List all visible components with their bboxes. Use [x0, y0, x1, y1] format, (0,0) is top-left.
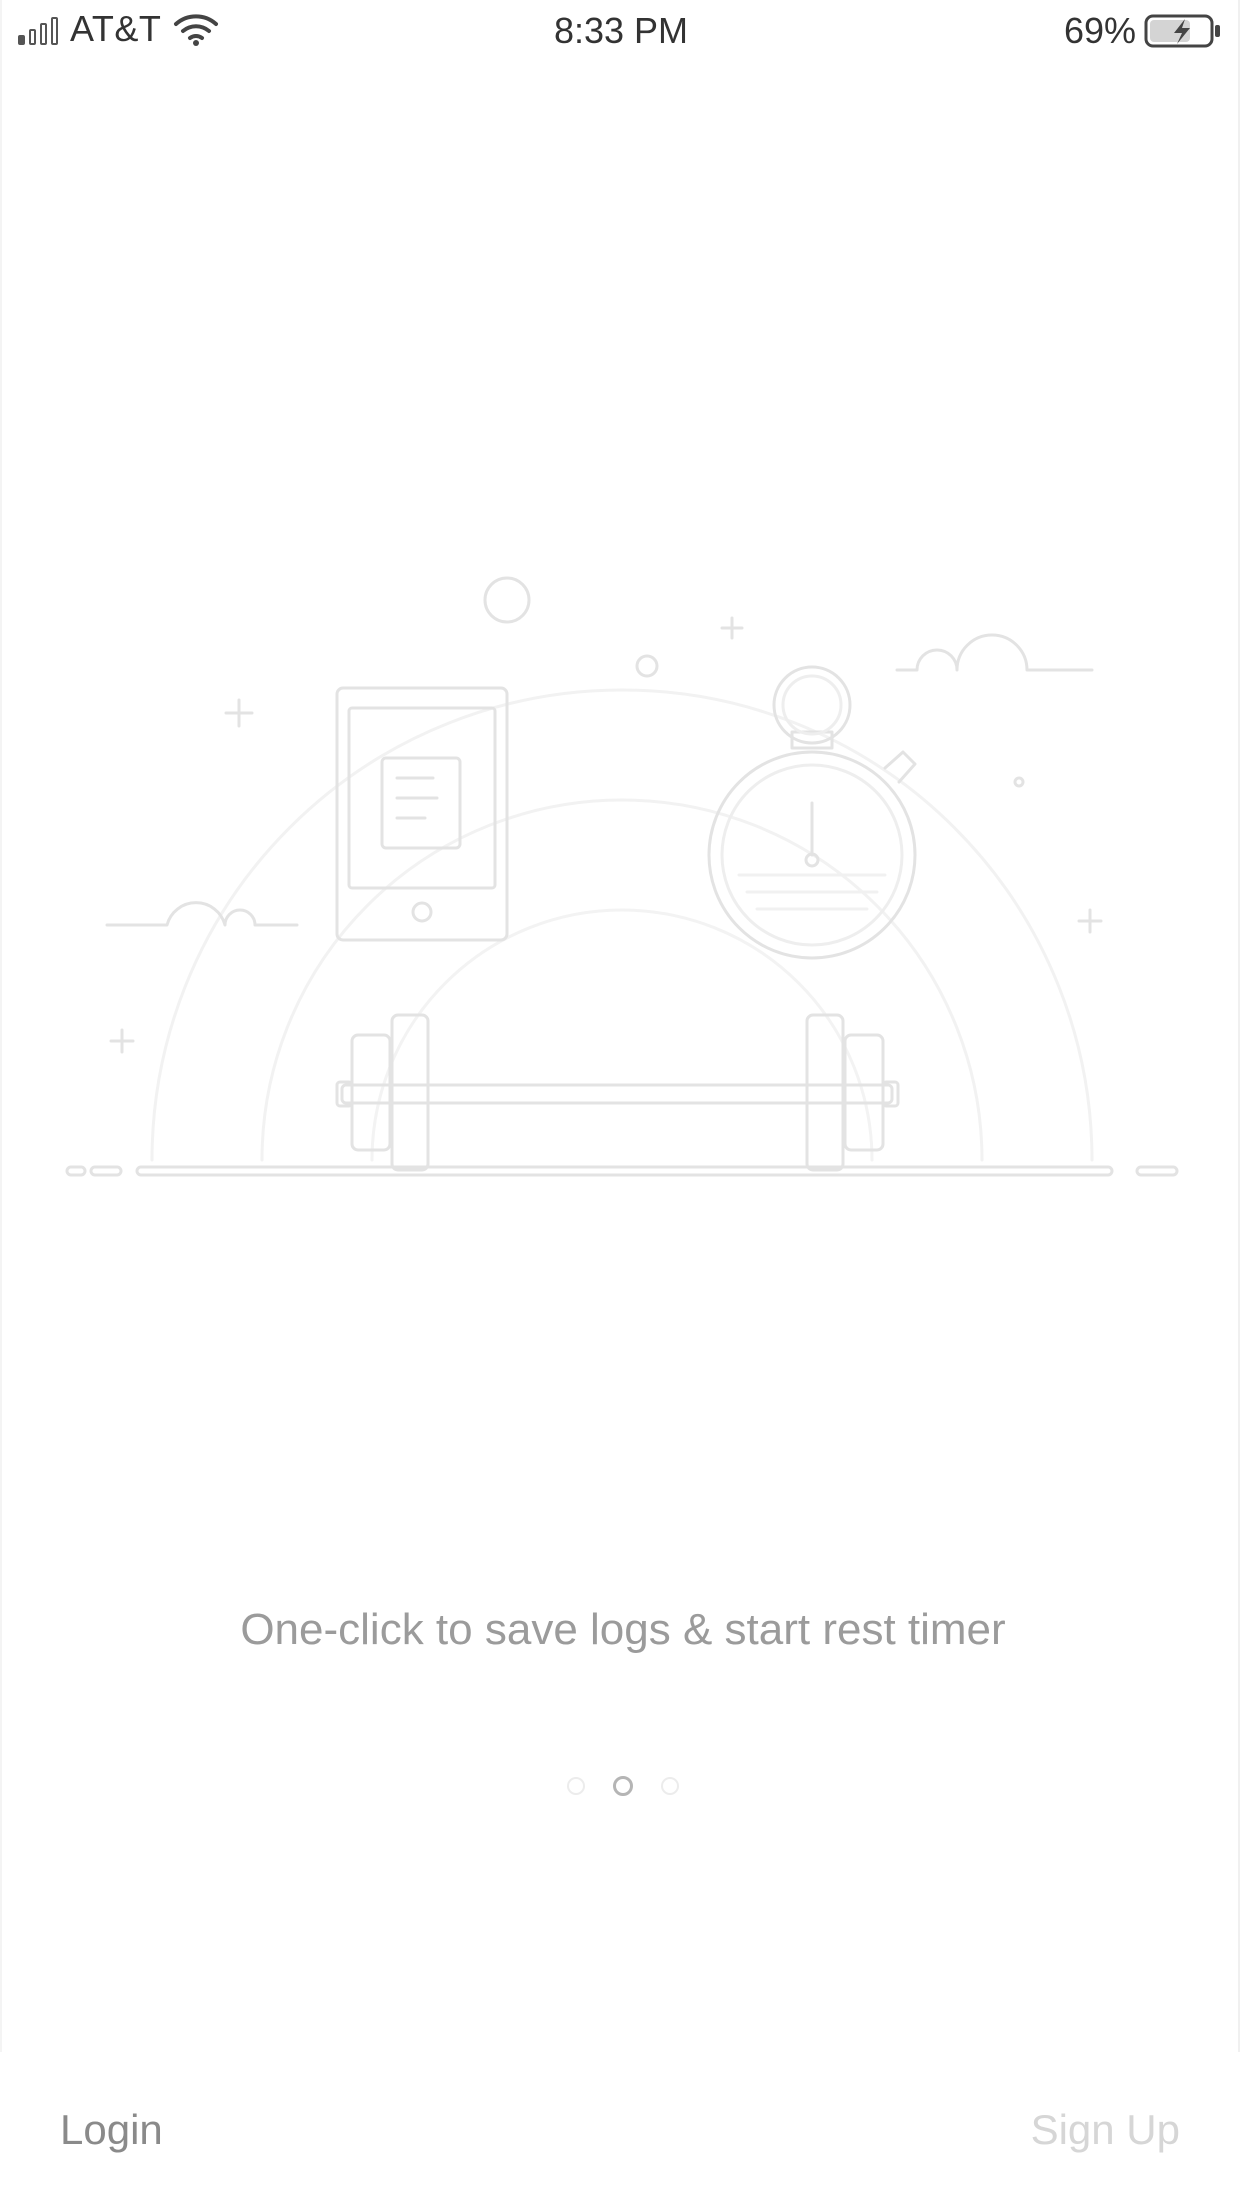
login-button[interactable]: Login [60, 2106, 163, 2154]
page-dot-2-active[interactable] [613, 1776, 633, 1796]
page-dot-1[interactable] [567, 1777, 585, 1795]
page-indicator[interactable] [2, 1776, 1242, 1796]
battery-charging-icon [1144, 14, 1220, 48]
page-dot-3[interactable] [661, 1777, 679, 1795]
status-right: 69% [1064, 10, 1222, 52]
status-time: 8:33 PM [553, 10, 689, 51]
status-bar: AT&T 8:33 PM 69% [0, 0, 1242, 60]
sign-up-button[interactable]: Sign Up [1031, 2106, 1180, 2154]
onboarding-page[interactable]: One-click to save logs & start rest time… [0, 0, 1240, 2052]
bottom-action-bar: Login Sign Up [0, 2052, 1242, 2208]
onboarding-caption: One-click to save logs & start rest time… [240, 1605, 1006, 1654]
workout-illustration [65, 576, 1179, 1177]
battery-percentage: 69% [1063, 10, 1136, 51]
